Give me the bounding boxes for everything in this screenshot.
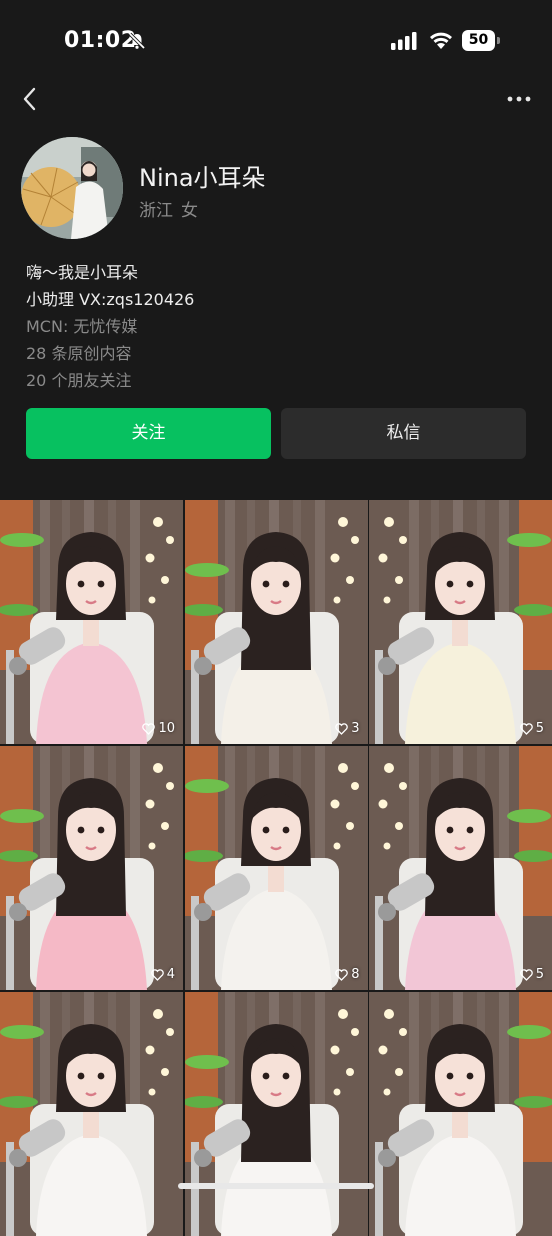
profile-name: Nina小耳朵 xyxy=(139,164,266,192)
bio-line: 嗨～我是小耳朵 xyxy=(26,263,139,282)
video-thumbnail[interactable] xyxy=(369,992,552,1236)
bio-line: 小助理 VX:zqs120426 xyxy=(26,290,195,309)
profile-region: 浙江 xyxy=(139,201,173,221)
like-count-value: 8 xyxy=(351,967,360,982)
video-thumbnail[interactable]: 5 xyxy=(369,500,552,744)
like-count-value: 10 xyxy=(158,721,175,736)
like-count-value: 5 xyxy=(535,721,544,736)
status-bar: 01:02 50 xyxy=(0,0,552,80)
status-time: 01:02 xyxy=(64,28,137,53)
like-count: 5 xyxy=(519,721,544,736)
like-count-value: 5 xyxy=(535,967,544,982)
mute-bell-icon xyxy=(128,32,146,50)
like-count: 4 xyxy=(150,967,175,982)
home-indicator xyxy=(178,1183,374,1189)
video-thumbnail-image xyxy=(369,992,552,1236)
video-thumbnail[interactable]: 8 xyxy=(184,746,368,990)
wifi-icon xyxy=(430,32,452,49)
more-options-icon[interactable] xyxy=(504,86,534,112)
heart-icon xyxy=(335,722,348,735)
heart-icon xyxy=(519,722,533,735)
cellular-signal-icon xyxy=(391,32,417,50)
follow-button[interactable]: 关注 xyxy=(26,408,271,459)
video-thumbnail-image xyxy=(0,500,183,744)
heart-icon xyxy=(519,968,533,981)
video-thumbnail-image xyxy=(184,500,368,744)
video-thumbnail[interactable] xyxy=(184,992,368,1236)
video-thumbnail-image xyxy=(369,500,552,744)
back-chevron-icon[interactable] xyxy=(16,84,44,114)
video-thumbnail[interactable]: 4 xyxy=(0,746,183,990)
video-thumbnail-image xyxy=(184,992,368,1236)
video-thumbnail[interactable]: 5 xyxy=(369,746,552,990)
video-thumbnail-image xyxy=(0,746,183,990)
like-count: 8 xyxy=(335,967,360,982)
like-count: 3 xyxy=(335,721,360,736)
video-thumbnail-image xyxy=(0,992,183,1236)
video-grid: 10 3 5 4 8 5 xyxy=(0,500,552,1236)
video-thumbnail[interactable] xyxy=(0,992,183,1236)
battery-indicator: 50 xyxy=(462,30,500,51)
profile-gender: 女 xyxy=(181,201,198,221)
video-thumbnail-image xyxy=(369,746,552,990)
like-count-value: 4 xyxy=(166,967,175,982)
profile-bio: 嗨～我是小耳朵 小助理 VX:zqs120426 MCN: 无忧传媒 28 条原… xyxy=(26,259,194,394)
like-count: 5 xyxy=(519,967,544,982)
mcn-info: MCN: 无忧传媒 xyxy=(26,317,138,336)
video-thumbnail-image xyxy=(184,746,368,990)
like-count-value: 3 xyxy=(351,721,360,736)
battery-level: 50 xyxy=(462,30,495,51)
profile-meta: 浙江女 xyxy=(139,196,198,221)
posts-count: 28 条原创内容 xyxy=(26,344,132,363)
avatar-image xyxy=(21,137,123,239)
heart-icon xyxy=(150,968,164,981)
video-thumbnail[interactable]: 10 xyxy=(0,500,183,744)
like-count: 10 xyxy=(142,721,175,736)
friends-follow-count[interactable]: 20 个朋友关注 xyxy=(26,367,194,394)
avatar[interactable] xyxy=(21,137,123,239)
heart-icon xyxy=(142,722,156,735)
video-thumbnail[interactable]: 3 xyxy=(184,500,368,744)
battery-nub xyxy=(497,37,500,44)
heart-icon xyxy=(335,968,348,981)
message-button[interactable]: 私信 xyxy=(281,408,526,459)
